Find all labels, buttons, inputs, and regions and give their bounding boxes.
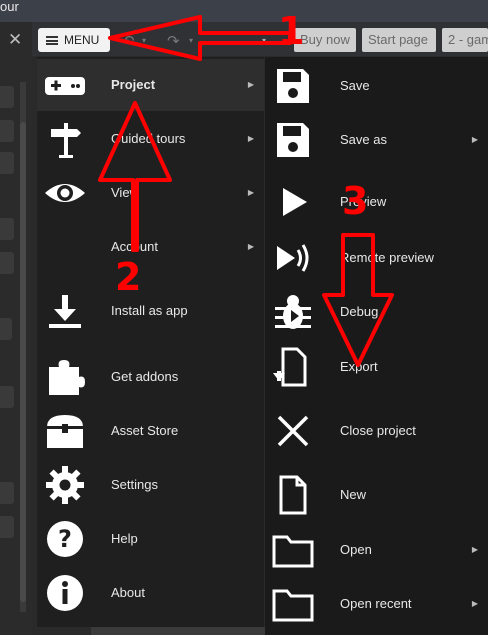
info-icon — [47, 575, 83, 611]
chevron-down-icon[interactable]: ▾ — [142, 36, 146, 45]
project-submenu: Save Save as ▶ Preview Remote preview De… — [265, 57, 488, 635]
download-icon — [49, 295, 81, 328]
submenu-item-preview[interactable]: Preview — [265, 175, 488, 229]
chevron-down-icon[interactable]: ▾ — [262, 36, 266, 45]
bug-icon — [275, 295, 311, 329]
submenu-item-debug[interactable]: Debug — [265, 285, 488, 339]
submenu-item-label: Save — [340, 78, 370, 93]
menu-item-label: Install as app — [111, 303, 188, 318]
chevron-right-icon: ▶ — [247, 80, 254, 89]
chevron-right-icon: ▶ — [471, 135, 478, 144]
menu-item-project[interactable]: Project ▶ — [37, 59, 264, 111]
chevron-down-icon[interactable]: ▾ — [189, 36, 193, 45]
menu-item-get-addons[interactable]: Get addons — [37, 351, 264, 403]
panel-field[interactable] — [0, 252, 14, 274]
menu-button[interactable]: MENU — [38, 28, 110, 52]
panel-scrollbar[interactable] — [20, 82, 26, 612]
submenu-item-save[interactable]: Save — [265, 59, 488, 113]
panel-field[interactable] — [0, 482, 14, 504]
submenu-item-new[interactable]: New — [265, 468, 488, 522]
submenu-item-close-project[interactable]: Close project — [265, 404, 488, 458]
window-titlebar: our — [0, 0, 488, 22]
submenu-item-label: Save as — [340, 132, 387, 147]
submenu-item-label: Open — [340, 542, 372, 557]
question-icon: ? — [47, 521, 83, 557]
menu-item-label: Help — [111, 531, 138, 546]
panel-field[interactable] — [0, 386, 14, 408]
menu-item-label: Project — [111, 77, 156, 92]
menu-item-label: Guided tours — [111, 131, 186, 146]
panel-field[interactable] — [0, 120, 14, 142]
svg-text:?: ? — [58, 525, 72, 553]
menu-item-account[interactable]: Account ▶ — [37, 221, 264, 273]
menu-item-about[interactable]: About — [37, 567, 264, 619]
signpost-icon — [51, 123, 81, 158]
menu-button-label: MENU — [64, 33, 100, 47]
panel-field[interactable] — [0, 86, 14, 108]
menu-item-label: Settings — [111, 477, 158, 492]
menu-item-label: Account — [111, 239, 158, 254]
menu-item-install-as-app[interactable]: Install as app — [37, 285, 264, 337]
panel-field[interactable] — [0, 516, 14, 538]
chevron-right-icon: ▶ — [247, 134, 254, 143]
menu-item-label: Get addons — [111, 369, 179, 384]
submenu-item-label: Export — [340, 359, 378, 374]
bottom-strip — [91, 627, 265, 635]
redo-icon[interactable]: ↷ — [167, 32, 180, 50]
chevron-right-icon: ▶ — [247, 242, 254, 251]
export-file-icon — [273, 347, 307, 387]
menu-item-settings[interactable]: Settings — [37, 459, 264, 511]
floppy-disk-icon — [277, 123, 309, 157]
submenu-item-label: Debug — [340, 304, 379, 319]
folder-icon — [272, 535, 314, 568]
left-panel: ✕ — [0, 22, 32, 635]
submenu-item-label: Open recent — [340, 596, 412, 611]
remote-play-icon — [277, 244, 309, 272]
submenu-item-remote-preview[interactable]: Remote preview — [265, 231, 488, 285]
scrollbar-thumb[interactable] — [20, 122, 26, 602]
close-x-icon — [277, 415, 309, 447]
chevron-right-icon: ▶ — [247, 188, 254, 197]
treasure-chest-icon — [47, 415, 83, 448]
panel-field[interactable] — [0, 318, 12, 340]
hamburger-icon — [46, 35, 58, 45]
submenu-item-open-recent[interactable]: Open recent ▶ — [265, 577, 488, 631]
chevron-right-icon: ▶ — [471, 545, 478, 554]
tab-buy-now[interactable]: Buy now — [294, 28, 356, 52]
submenu-item-label: Close project — [340, 423, 416, 438]
menu-item-label: Asset Store — [111, 423, 179, 438]
puzzle-icon — [49, 360, 85, 395]
gear-icon — [46, 466, 84, 504]
floppy-disk-icon — [277, 69, 309, 103]
submenu-item-open[interactable]: Open ▶ — [265, 523, 488, 577]
submenu-item-export[interactable]: Export — [265, 340, 488, 394]
chevron-right-icon: ▶ — [471, 599, 478, 608]
new-file-icon — [279, 475, 307, 515]
submenu-item-save-as[interactable]: Save as ▶ — [265, 113, 488, 167]
menu-item-label: About — [111, 585, 145, 600]
menu-item-help[interactable]: ? Help — [37, 513, 264, 565]
gamepad-icon — [45, 77, 85, 95]
submenu-item-label: Preview — [340, 194, 387, 209]
menu-item-label: View — [111, 185, 139, 200]
panel-field[interactable] — [0, 218, 14, 240]
menu-item-view[interactable]: View ▶ — [37, 167, 264, 219]
undo-icon[interactable]: ↶ — [122, 32, 135, 50]
folder-icon — [272, 589, 314, 622]
close-icon[interactable]: ✕ — [8, 30, 22, 50]
submenu-item-label: New — [340, 487, 367, 502]
tab-game[interactable]: 2 - gam — [442, 28, 488, 52]
play-icon — [283, 188, 307, 216]
tab-start-page[interactable]: Start page — [362, 28, 436, 52]
eye-icon — [45, 184, 85, 202]
toolbar: MENU ↶ ▾ ↷ ▾ ▾ Buy now Start page 2 - ga… — [32, 22, 488, 56]
panel-field[interactable] — [0, 152, 14, 174]
window-title: our — [0, 0, 19, 14]
main-menu: Project ▶ Guided tours ▶ View ▶ Account … — [37, 57, 264, 627]
menu-item-asset-store[interactable]: Asset Store — [37, 405, 264, 457]
submenu-item-label: Remote preview — [340, 250, 434, 265]
menu-item-guided-tours[interactable]: Guided tours ▶ — [37, 113, 264, 165]
